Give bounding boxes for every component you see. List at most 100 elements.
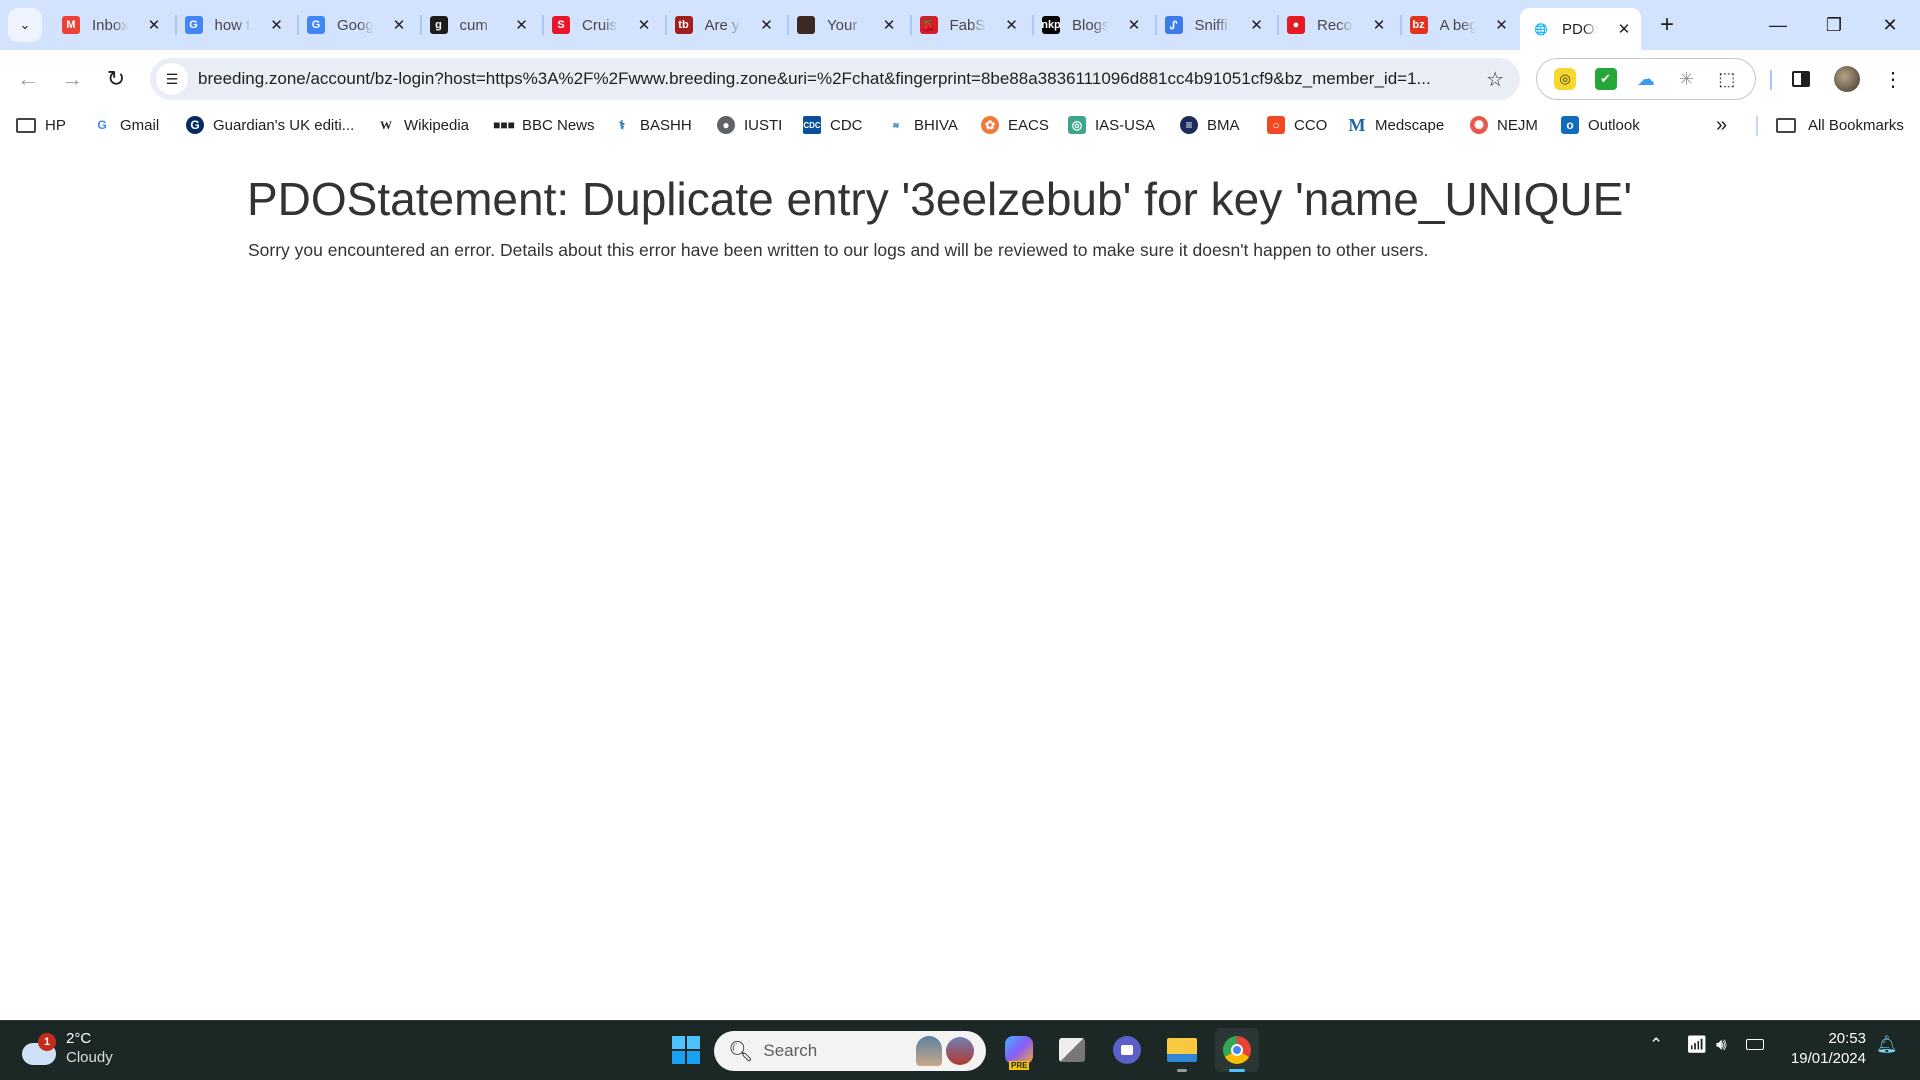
bookmark-star-button[interactable]: ☆ xyxy=(1486,67,1504,92)
bookmark-item[interactable]: ○ CCO xyxy=(1267,114,1327,136)
copilot-button[interactable]: PRE xyxy=(997,1028,1041,1072)
notifications-button[interactable]: 🔔︎ xyxy=(1876,1035,1898,1055)
guardian-icon: G xyxy=(186,116,204,134)
restore-button[interactable]: ❐ xyxy=(1806,0,1862,50)
tab[interactable]: g cum ✕ xyxy=(418,8,544,42)
bookmark-item[interactable]: ◎ IAS-USA xyxy=(1068,114,1155,136)
tab[interactable]: ● Reco ✕ xyxy=(1275,8,1402,42)
tab-close-button[interactable]: ✕ xyxy=(1126,16,1142,34)
bookmark-item[interactable]: M Medscape xyxy=(1348,114,1445,136)
bookmark-label: BMA xyxy=(1207,116,1240,134)
tab-close-button[interactable]: ✕ xyxy=(1371,16,1387,34)
teams-icon xyxy=(1113,1036,1141,1064)
tab[interactable]: S Cruis ✕ xyxy=(540,8,667,42)
extension-icloud-icon[interactable]: ☁ xyxy=(1634,68,1657,90)
tab[interactable]: G Goog ✕ xyxy=(295,8,422,42)
address-bar[interactable]: ☰ breeding.zone/account/bz-login?host=ht… xyxy=(150,58,1520,100)
bookmark-item[interactable]: G Gmail xyxy=(93,114,159,136)
tab-close-button[interactable]: ✕ xyxy=(514,16,530,34)
running-indicator xyxy=(1177,1069,1187,1072)
windows-icon xyxy=(672,1036,700,1064)
show-hidden-icons-button[interactable]: ⌃ xyxy=(1649,1035,1663,1055)
search-label: Search xyxy=(763,1041,818,1060)
chrome-menu-button[interactable]: ⋮ xyxy=(1876,62,1910,96)
tab[interactable]: bz A beg ✕ xyxy=(1398,8,1519,42)
tab-close-button[interactable]: ✕ xyxy=(636,16,652,34)
tab[interactable]: tb Are y ✕ xyxy=(663,8,789,42)
tab[interactable]: 🌐 PDOS ✕ xyxy=(1520,8,1641,50)
side-panel-button[interactable] xyxy=(1784,62,1818,96)
start-button[interactable] xyxy=(664,1028,708,1072)
tab-close-button[interactable]: ✕ xyxy=(269,16,285,34)
search-highlight-image xyxy=(916,1035,978,1067)
chrome-taskbar-button[interactable] xyxy=(1215,1028,1259,1072)
bookmark-item[interactable]: ✿ EACS xyxy=(981,114,1049,136)
all-bookmarks-button[interactable]: All Bookmarks xyxy=(1776,114,1904,136)
extension-signal-icon[interactable]: ◎ xyxy=(1554,68,1577,90)
tab-close-button[interactable]: ✕ xyxy=(1249,16,1265,34)
taskbar-search[interactable]: 🔍︎ Search xyxy=(714,1031,986,1071)
bookmark-item[interactable]: ✺ NEJM xyxy=(1470,114,1538,136)
close-window-button[interactable]: ✕ xyxy=(1862,0,1918,50)
bookmark-item[interactable]: ■■■ BBC News xyxy=(493,114,595,136)
reload-icon: ↻ xyxy=(106,66,126,91)
gmail-icon: M xyxy=(62,16,80,34)
volume-icon: 🔊︎ xyxy=(1716,1035,1727,1054)
outlook-icon: o xyxy=(1561,116,1579,134)
bookmark-item[interactable]: ⚕ BASHH xyxy=(613,114,692,136)
back-button[interactable]: ← xyxy=(10,61,46,97)
bookmark-item[interactable]: ● IUSTI xyxy=(717,114,782,136)
tab-close-button[interactable]: ✕ xyxy=(391,16,407,34)
tab-search-button[interactable]: ⌄ xyxy=(8,8,42,42)
folder-icon xyxy=(1776,117,1796,133)
chrome-icon xyxy=(1223,1036,1251,1064)
bookmark-item[interactable]: ≋ BHIVA xyxy=(887,114,958,136)
cdc-icon: CDC xyxy=(803,116,821,134)
tab[interactable]: ᔑ Sniffi ✕ xyxy=(1153,8,1279,42)
bookmark-item[interactable]: o Outlook xyxy=(1561,114,1640,136)
tab[interactable]: nkp Blogs ✕ xyxy=(1030,8,1157,42)
bookmark-label: Wikipedia xyxy=(404,116,470,134)
extension-sparkle-icon[interactable]: ✳ xyxy=(1675,68,1698,90)
profile-button[interactable] xyxy=(1830,62,1864,96)
tab[interactable]: 🍒 FabS ✕ xyxy=(908,8,1034,42)
globe-icon: 🌐 xyxy=(1534,23,1548,36)
tab-close-button[interactable]: ✕ xyxy=(759,16,775,34)
tab-close-button[interactable]: ✕ xyxy=(1004,16,1020,34)
minimize-button[interactable]: — xyxy=(1750,0,1806,50)
tab[interactable]: Your ✕ xyxy=(785,8,912,42)
volume-button[interactable]: 🔊︎ xyxy=(1716,1035,1727,1055)
tab-close-button[interactable]: ✕ xyxy=(146,16,162,34)
site-icon: ᔑ xyxy=(1164,16,1183,34)
bookmark-label: BBC News xyxy=(522,116,595,134)
tab-title: Goog xyxy=(337,16,373,34)
url-text[interactable]: breeding.zone/account/bz-login?host=http… xyxy=(198,69,1458,89)
reload-button[interactable]: ↻ xyxy=(98,61,134,97)
clock[interactable]: 20:53 19/01/2024 xyxy=(1776,1029,1866,1069)
extensions-puzzle-icon[interactable]: ⬚ xyxy=(1715,68,1738,90)
bookmark-item[interactable]: HP xyxy=(16,114,66,136)
site-info-button[interactable]: ☰ xyxy=(156,63,188,95)
task-view-button[interactable] xyxy=(1050,1028,1094,1072)
bookmark-label: IUSTI xyxy=(744,116,783,134)
teams-button[interactable] xyxy=(1105,1028,1149,1072)
bookmark-item[interactable]: G Guardian's UK editi... xyxy=(186,114,354,136)
tab[interactable]: M Inbox ✕ xyxy=(50,8,177,42)
more-vert-icon: ⋮ xyxy=(1883,68,1903,91)
weather-widget[interactable]: 1 2°C Cloudy xyxy=(22,1029,113,1067)
file-explorer-button[interactable] xyxy=(1160,1028,1204,1072)
forward-button[interactable]: → xyxy=(54,61,90,97)
tab-close-button[interactable]: ✕ xyxy=(1494,16,1510,34)
bookmark-item[interactable]: ≡ BMA xyxy=(1180,114,1240,136)
bookmark-item[interactable]: CDC CDC xyxy=(803,114,863,136)
tab-close-button[interactable]: ✕ xyxy=(881,16,897,34)
extension-check-icon[interactable]: ✔ xyxy=(1594,68,1617,90)
bookmarks-overflow-button[interactable]: » xyxy=(1716,114,1727,136)
wifi-button[interactable]: 📶︎ xyxy=(1686,1035,1708,1055)
new-tab-button[interactable]: + xyxy=(1650,8,1684,42)
tab-close-button[interactable]: ✕ xyxy=(1616,20,1632,38)
tab[interactable]: Ghow t ✕ xyxy=(173,8,299,42)
battery-button[interactable] xyxy=(1746,1035,1764,1055)
clock-date: 19/01/2024 xyxy=(1790,1050,1866,1067)
bookmark-item[interactable]: W Wikipedia xyxy=(377,114,469,136)
